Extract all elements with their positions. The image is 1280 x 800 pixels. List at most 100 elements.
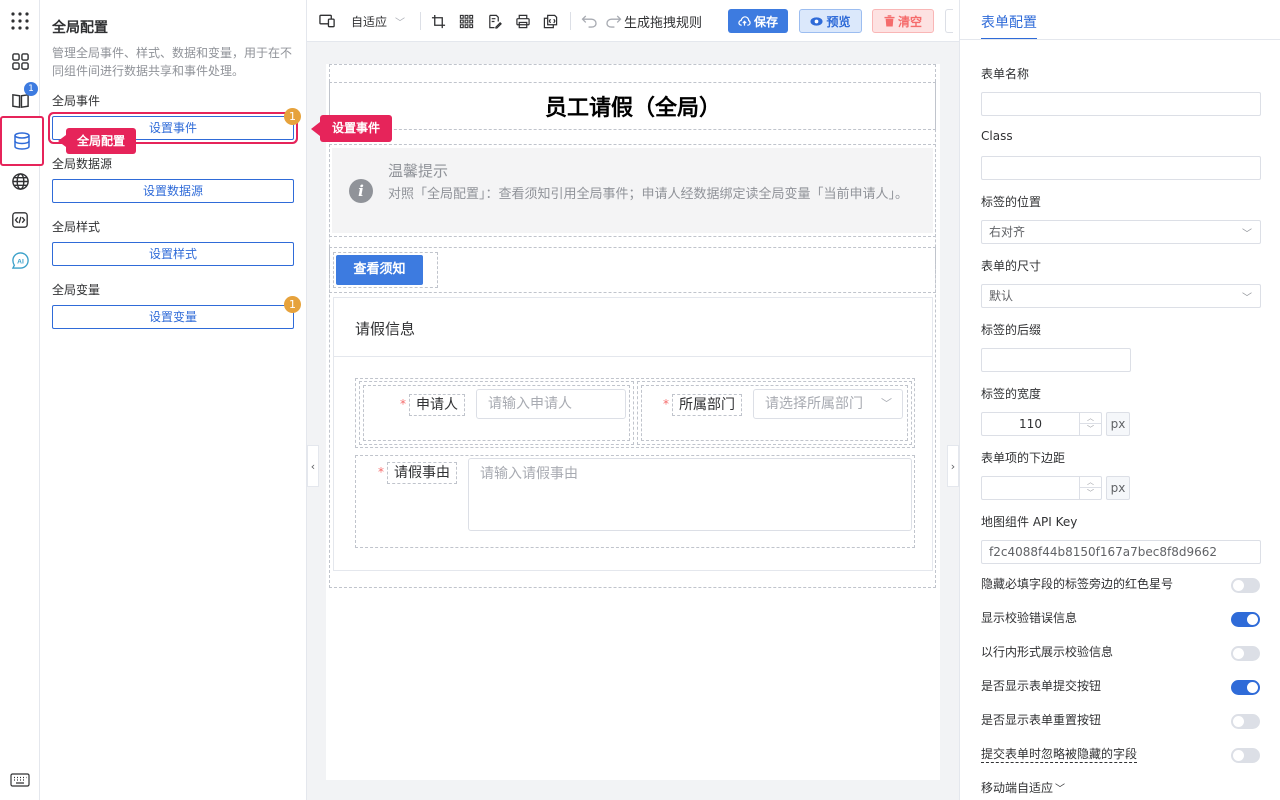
decrement-icon[interactable]: ﹀ bbox=[1080, 424, 1101, 435]
preview-label: 预览 bbox=[826, 14, 851, 29]
map-key-label: 地图组件 API Key bbox=[981, 515, 1078, 529]
card-title: 请假信息 bbox=[334, 298, 932, 357]
copy-code-icon[interactable] bbox=[543, 11, 558, 31]
form-canvas: 员工请假（全局） i 温馨提示 对照「全局配置」：查看须知引用全局事件；申请人经… bbox=[326, 64, 940, 780]
ignore-hidden-fields-switch[interactable] bbox=[1231, 748, 1260, 763]
chevron-down-icon: ﹀ bbox=[1242, 229, 1252, 240]
panel-description: 管理全局事件、样式、数据和变量，用于在不同组件间进行数据共享和事件处理。 bbox=[52, 46, 293, 78]
save-label: 保存 bbox=[753, 14, 778, 29]
inline-validation-switch[interactable] bbox=[1231, 646, 1260, 661]
set-variables-button[interactable]: 设置变量 bbox=[52, 305, 294, 329]
hide-required-asterisk-switch[interactable] bbox=[1231, 578, 1260, 593]
toolbar: 自适应 ﹀ 生成拖拽规则 保存 预览 清空 bbox=[307, 0, 959, 42]
tab-form-config[interactable]: 表单配置 bbox=[981, 12, 1037, 40]
required-mark: * bbox=[663, 397, 669, 411]
crop-icon[interactable] bbox=[431, 11, 446, 31]
class-label: Class bbox=[981, 129, 1013, 143]
leave-info-card: 请假信息 * 申请人 请输入申请人 * 所属部门 请选择所属部门 ﹀ * 请假事… bbox=[333, 297, 933, 571]
form-config-panel: 表单配置 表单名称 Class 标签的位置 右对齐 ﹀ 表单的尺寸 默认 ﹀ 标… bbox=[959, 0, 1280, 800]
save-button[interactable]: 保存 bbox=[728, 9, 788, 33]
mobile-adaptive-label: 移动端自适应 bbox=[981, 781, 1054, 795]
generate-rules-button[interactable]: 生成拖拽规则 bbox=[624, 11, 702, 31]
form-size-value: 默认 bbox=[989, 289, 1014, 303]
increment-icon[interactable]: ︿ bbox=[1080, 477, 1101, 488]
trash-icon bbox=[884, 15, 895, 27]
form-title: 员工请假（全局） bbox=[544, 96, 721, 121]
tip-alert: i 温馨提示 对照「全局配置」：查看须知引用全局事件；申请人经数据绑定读全局变量… bbox=[332, 148, 933, 233]
label-suffix-label: 标签的后缀 bbox=[981, 323, 1042, 337]
global-config-database-icon[interactable] bbox=[0, 116, 44, 166]
class-input[interactable] bbox=[981, 156, 1261, 180]
outline-book-icon[interactable]: 1 bbox=[8, 82, 38, 112]
view-notice-button[interactable]: 查看须知 bbox=[336, 255, 423, 285]
undo-icon[interactable] bbox=[581, 11, 598, 31]
grid-icon[interactable] bbox=[459, 11, 474, 31]
variables-count-badge: 1 bbox=[284, 296, 301, 313]
alert-description: 对照「全局配置」：查看须知引用全局事件；申请人经数据绑定读全局变量「当前申请人」… bbox=[388, 187, 909, 202]
tab-divider bbox=[960, 39, 1280, 40]
print-icon[interactable] bbox=[515, 11, 531, 31]
overflow-button[interactable] bbox=[945, 9, 953, 33]
collapse-right-icon[interactable]: › bbox=[947, 445, 959, 487]
switch-knob bbox=[1233, 580, 1244, 591]
keyboard-icon[interactable] bbox=[8, 768, 32, 792]
set-datasource-button[interactable]: 设置数据源 bbox=[52, 179, 294, 203]
reason-textarea[interactable]: 请输入请假事由 bbox=[468, 458, 912, 531]
clear-label: 清空 bbox=[897, 14, 922, 29]
set-style-button[interactable]: 设置样式 bbox=[52, 242, 294, 266]
apps-grid-icon[interactable] bbox=[8, 9, 32, 33]
toggle-label: 是否显示表单重置按钮 bbox=[981, 713, 1102, 727]
components-icon[interactable] bbox=[8, 49, 32, 73]
required-mark: * bbox=[400, 397, 406, 411]
label-width-stepper[interactable]: 110 ︿ ﹀ bbox=[981, 412, 1102, 436]
chevron-down-icon: ﹀ bbox=[881, 397, 892, 410]
form-size-select[interactable]: 默认 ﹀ bbox=[981, 284, 1261, 308]
label-width-value: 110 bbox=[1019, 417, 1042, 431]
department-select[interactable]: 请选择所属部门 ﹀ bbox=[753, 389, 903, 419]
panel-title: 全局配置 bbox=[52, 20, 108, 36]
label-position-label: 标签的位置 bbox=[981, 195, 1042, 209]
department-label: 所属部门 bbox=[672, 394, 742, 416]
canvas-area: ‹ › 员工请假（全局） i 温馨提示 对照「全局配置」：查看须知引用全局事件；… bbox=[307, 42, 959, 800]
clear-button[interactable]: 清空 bbox=[872, 9, 934, 33]
toggle-label: 是否显示表单提交按钮 bbox=[981, 679, 1102, 693]
item-margin-label: 表单项的下边距 bbox=[981, 451, 1066, 465]
layout-select[interactable]: 自适应 ﹀ bbox=[351, 11, 409, 31]
form-name-input[interactable] bbox=[981, 92, 1261, 116]
map-key-input[interactable]: f2c4088f44b8150f167a7bec8f8d9662 bbox=[981, 540, 1261, 564]
decrement-icon[interactable]: ﹀ bbox=[1080, 488, 1101, 499]
edit-doc-icon[interactable] bbox=[487, 11, 502, 31]
code-icon[interactable] bbox=[8, 208, 32, 232]
chevron-down-icon: ﹀ bbox=[1055, 784, 1066, 795]
applicant-input[interactable]: 请输入申请人 bbox=[476, 389, 626, 419]
events-count-badge: 1 bbox=[284, 108, 301, 125]
increment-icon[interactable]: ︿ bbox=[1080, 413, 1101, 424]
eye-icon bbox=[810, 16, 824, 26]
show-reset-button-switch[interactable] bbox=[1231, 714, 1260, 729]
cloud-upload-icon bbox=[738, 16, 751, 26]
ai-icon[interactable]: AI bbox=[8, 248, 32, 272]
globe-icon[interactable] bbox=[8, 169, 32, 193]
device-icon[interactable] bbox=[319, 11, 336, 31]
preview-button[interactable]: 预览 bbox=[799, 9, 862, 33]
global-datasource-label: 全局数据源 bbox=[52, 157, 113, 171]
toggle-label: 以行内形式展示校验信息 bbox=[981, 645, 1114, 659]
alert-title: 温馨提示 bbox=[388, 162, 449, 180]
redo-icon[interactable] bbox=[605, 11, 622, 31]
show-validation-errors-switch[interactable] bbox=[1231, 612, 1260, 627]
show-submit-button-switch[interactable] bbox=[1231, 680, 1260, 695]
divider bbox=[420, 12, 421, 30]
stepper-controls: ︿ ﹀ bbox=[1079, 477, 1101, 499]
global-style-label: 全局样式 bbox=[52, 220, 101, 234]
item-margin-stepper[interactable]: ︿ ﹀ bbox=[981, 476, 1102, 500]
mobile-adaptive-expander[interactable]: 移动端自适应 ﹀ bbox=[981, 779, 1065, 796]
global-config-tooltip: 全局配置 bbox=[58, 128, 136, 154]
form-size-label: 表单的尺寸 bbox=[981, 259, 1042, 273]
switch-knob bbox=[1233, 716, 1244, 727]
unit-label: px bbox=[1106, 476, 1130, 500]
label-position-select[interactable]: 右对齐 ﹀ bbox=[981, 220, 1261, 244]
info-icon: i bbox=[349, 179, 373, 203]
switch-knob bbox=[1233, 648, 1244, 659]
label-suffix-input[interactable] bbox=[981, 348, 1131, 372]
collapse-left-icon[interactable]: ‹ bbox=[307, 445, 319, 487]
